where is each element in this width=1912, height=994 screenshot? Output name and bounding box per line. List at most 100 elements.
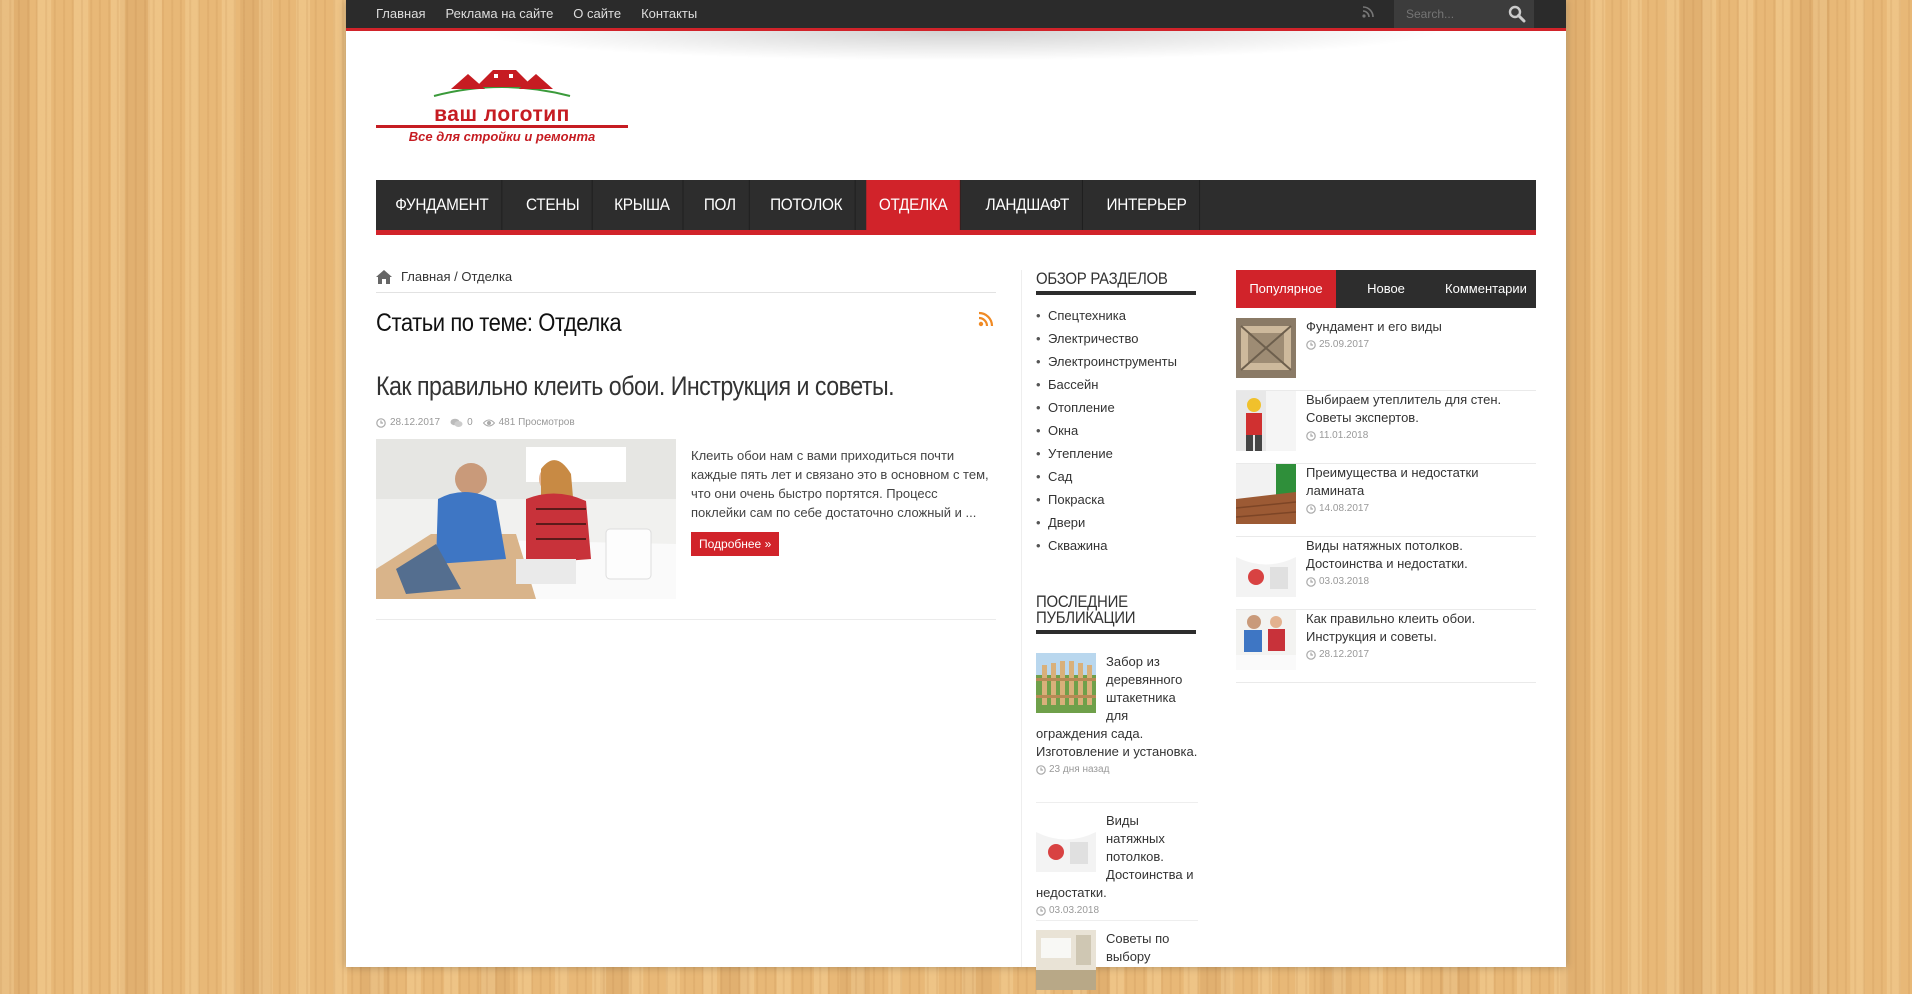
clock-icon: [376, 417, 386, 428]
recent-post-date: 23 дня назад: [1049, 764, 1110, 775]
tabs-bar: Популярное Новое Комментарии: [1236, 270, 1536, 308]
popular-item-title[interactable]: Выбираем утеплитель для стен. Советы экс…: [1306, 391, 1526, 427]
popular-item-date-row: 03.03.2018: [1306, 576, 1369, 587]
clock-icon: [1306, 430, 1316, 441]
site-logo[interactable]: ваш логотип Все для стройки и ремонта: [376, 70, 628, 146]
popular-item-thumb[interactable]: [1236, 318, 1296, 378]
logo-divider: [376, 125, 628, 128]
article-date: 28.12.2017: [390, 417, 441, 428]
popular-item-title[interactable]: Как правильно клеить обои. Инструкция и …: [1306, 610, 1526, 646]
popular-item-date: 25.09.2017: [1319, 339, 1370, 350]
nav-item-interior[interactable]: ИНТЕРЬЕР: [1094, 180, 1201, 230]
article-comments[interactable]: 0: [467, 417, 473, 428]
article-divider: [376, 619, 996, 620]
page-title: Статьи по теме: Отделка: [376, 309, 622, 337]
nav-item-finishing[interactable]: ОТДЕЛКА: [866, 180, 962, 230]
recent-divider: [1036, 802, 1198, 803]
popular-item-thumb[interactable]: [1236, 537, 1296, 597]
search-icon[interactable]: [1508, 5, 1526, 23]
clock-icon: [1306, 503, 1316, 514]
rss-icon[interactable]: [1362, 6, 1376, 20]
popular-item-title[interactable]: Фундамент и его виды: [1306, 318, 1526, 336]
categories-title: ОБЗОР РАЗДЕЛОВ: [1036, 269, 1168, 288]
nav-item-landscape[interactable]: ЛАНДШАФТ: [973, 180, 1083, 230]
popular-item-thumb[interactable]: [1236, 391, 1296, 451]
category-item[interactable]: Утепление: [1036, 442, 1177, 465]
recent-post[interactable]: Виды натяжных потолков. Достоинства и не…: [1036, 812, 1198, 920]
house-roof-icon: [433, 70, 571, 97]
category-item[interactable]: Спецтехника: [1036, 304, 1177, 327]
category-item[interactable]: Сад: [1036, 465, 1177, 488]
page-wrapper: Главная Реклама на сайте О сайте Контакт…: [346, 0, 1566, 990]
recent-post-thumb[interactable]: [1036, 812, 1096, 872]
popular-item[interactable]: Фундамент и его виды 25.09.2017: [1236, 318, 1536, 391]
logo-subtitle: Все для стройки и ремонта: [408, 129, 596, 144]
popular-item[interactable]: Преимущества и недостатки ламината 14.08…: [1236, 464, 1536, 537]
popular-item[interactable]: Виды натяжных потолков. Достоинства и не…: [1236, 537, 1536, 610]
popular-item-date: 03.03.2018: [1319, 576, 1370, 587]
category-item[interactable]: Двери: [1036, 511, 1177, 534]
column-divider: [1021, 270, 1022, 967]
article-image[interactable]: [376, 439, 676, 599]
recent-post-thumb[interactable]: [1036, 653, 1096, 713]
rss-feed-icon[interactable]: [978, 311, 994, 327]
popular-item[interactable]: Как правильно клеить обои. Инструкция и …: [1236, 610, 1536, 683]
recent-post-date: 03.03.2018: [1049, 905, 1100, 916]
popular-item-date: 28.12.2017: [1319, 649, 1370, 660]
recent-post[interactable]: Забор из деревянного штакетника для огра…: [1036, 653, 1198, 779]
home-icon[interactable]: [376, 270, 392, 284]
article-title[interactable]: Как правильно клеить обои. Инструкция и …: [376, 371, 895, 402]
popular-item-thumb[interactable]: [1236, 610, 1296, 670]
tab-new[interactable]: Новое: [1336, 270, 1436, 308]
top-bar: Главная Реклама на сайте О сайте Контакт…: [346, 0, 1566, 31]
category-item[interactable]: Бассейн: [1036, 373, 1177, 396]
category-item[interactable]: Скважина: [1036, 534, 1177, 557]
breadcrumb-current: Отделка: [461, 269, 513, 284]
recent-post-date-row: 23 дня назад: [1036, 761, 1198, 779]
breadcrumb: Главная / Отделка: [376, 268, 996, 293]
nav-item-floor[interactable]: ПОЛ: [691, 180, 749, 230]
recent-post[interactable]: Советы по выбору: [1036, 930, 1198, 994]
category-item[interactable]: Электроинструменты: [1036, 350, 1177, 373]
recent-post-date-row: 03.03.2018: [1036, 902, 1198, 920]
popular-item[interactable]: Выбираем утеплитель для стен. Советы экс…: [1236, 391, 1536, 464]
category-item[interactable]: Отопление: [1036, 396, 1177, 419]
recent-post-title[interactable]: Советы по выбору: [1106, 931, 1169, 964]
clock-icon: [1306, 339, 1316, 350]
article-excerpt: Клеить обои нам с вами приходиться почти…: [691, 448, 989, 520]
popular-item-thumb[interactable]: [1236, 464, 1296, 524]
nav-item-roof[interactable]: КРЫША: [601, 180, 684, 230]
eye-icon: [482, 419, 495, 426]
tab-popular[interactable]: Популярное: [1236, 270, 1336, 308]
nav-item-walls[interactable]: СТЕНЫ: [513, 180, 593, 230]
top-nav: Главная Реклама на сайте О сайте Контакт…: [376, 0, 717, 28]
top-nav-home[interactable]: Главная: [376, 0, 425, 28]
clock-icon: [1306, 649, 1316, 660]
category-item[interactable]: Электричество: [1036, 327, 1177, 350]
clock-icon: [1036, 906, 1046, 916]
popular-item-date-row: 28.12.2017: [1306, 649, 1369, 660]
popular-item-date: 11.01.2018: [1319, 430, 1369, 441]
top-nav-ads[interactable]: Реклама на сайте: [445, 0, 553, 28]
top-nav-contacts[interactable]: Контакты: [641, 0, 697, 28]
clock-icon: [1306, 576, 1316, 587]
search-input[interactable]: [1394, 0, 1514, 28]
popular-item-date-row: 11.01.2018: [1306, 430, 1368, 441]
breadcrumb-separator: /: [454, 269, 458, 284]
breadcrumb-home[interactable]: Главная: [401, 269, 450, 284]
read-more-button[interactable]: Подробнее »: [691, 532, 780, 556]
popular-item-title[interactable]: Виды натяжных потолков. Достоинства и не…: [1306, 537, 1526, 573]
category-item[interactable]: Окна: [1036, 419, 1177, 442]
categories-title-bar: [1036, 291, 1196, 295]
popular-item-title[interactable]: Преимущества и недостатки ламината: [1306, 464, 1526, 500]
tab-comments[interactable]: Комментарии: [1436, 270, 1536, 308]
nav-item-ceiling[interactable]: ПОТОЛОК: [758, 180, 856, 230]
categories-list: Спецтехника Электричество Электроинструм…: [1036, 304, 1177, 557]
comments-icon: [450, 418, 463, 427]
nav-item-foundation[interactable]: ФУНДАМЕНТ: [383, 180, 502, 230]
category-item[interactable]: Покраска: [1036, 488, 1177, 511]
recent-post-thumb[interactable]: [1036, 930, 1096, 990]
popular-item-date: 14.08.2017: [1319, 503, 1370, 514]
recent-posts-title: ПОСЛЕДНИЕ ПУБЛИКАЦИИ: [1036, 592, 1136, 627]
top-nav-about[interactable]: О сайте: [573, 0, 621, 28]
